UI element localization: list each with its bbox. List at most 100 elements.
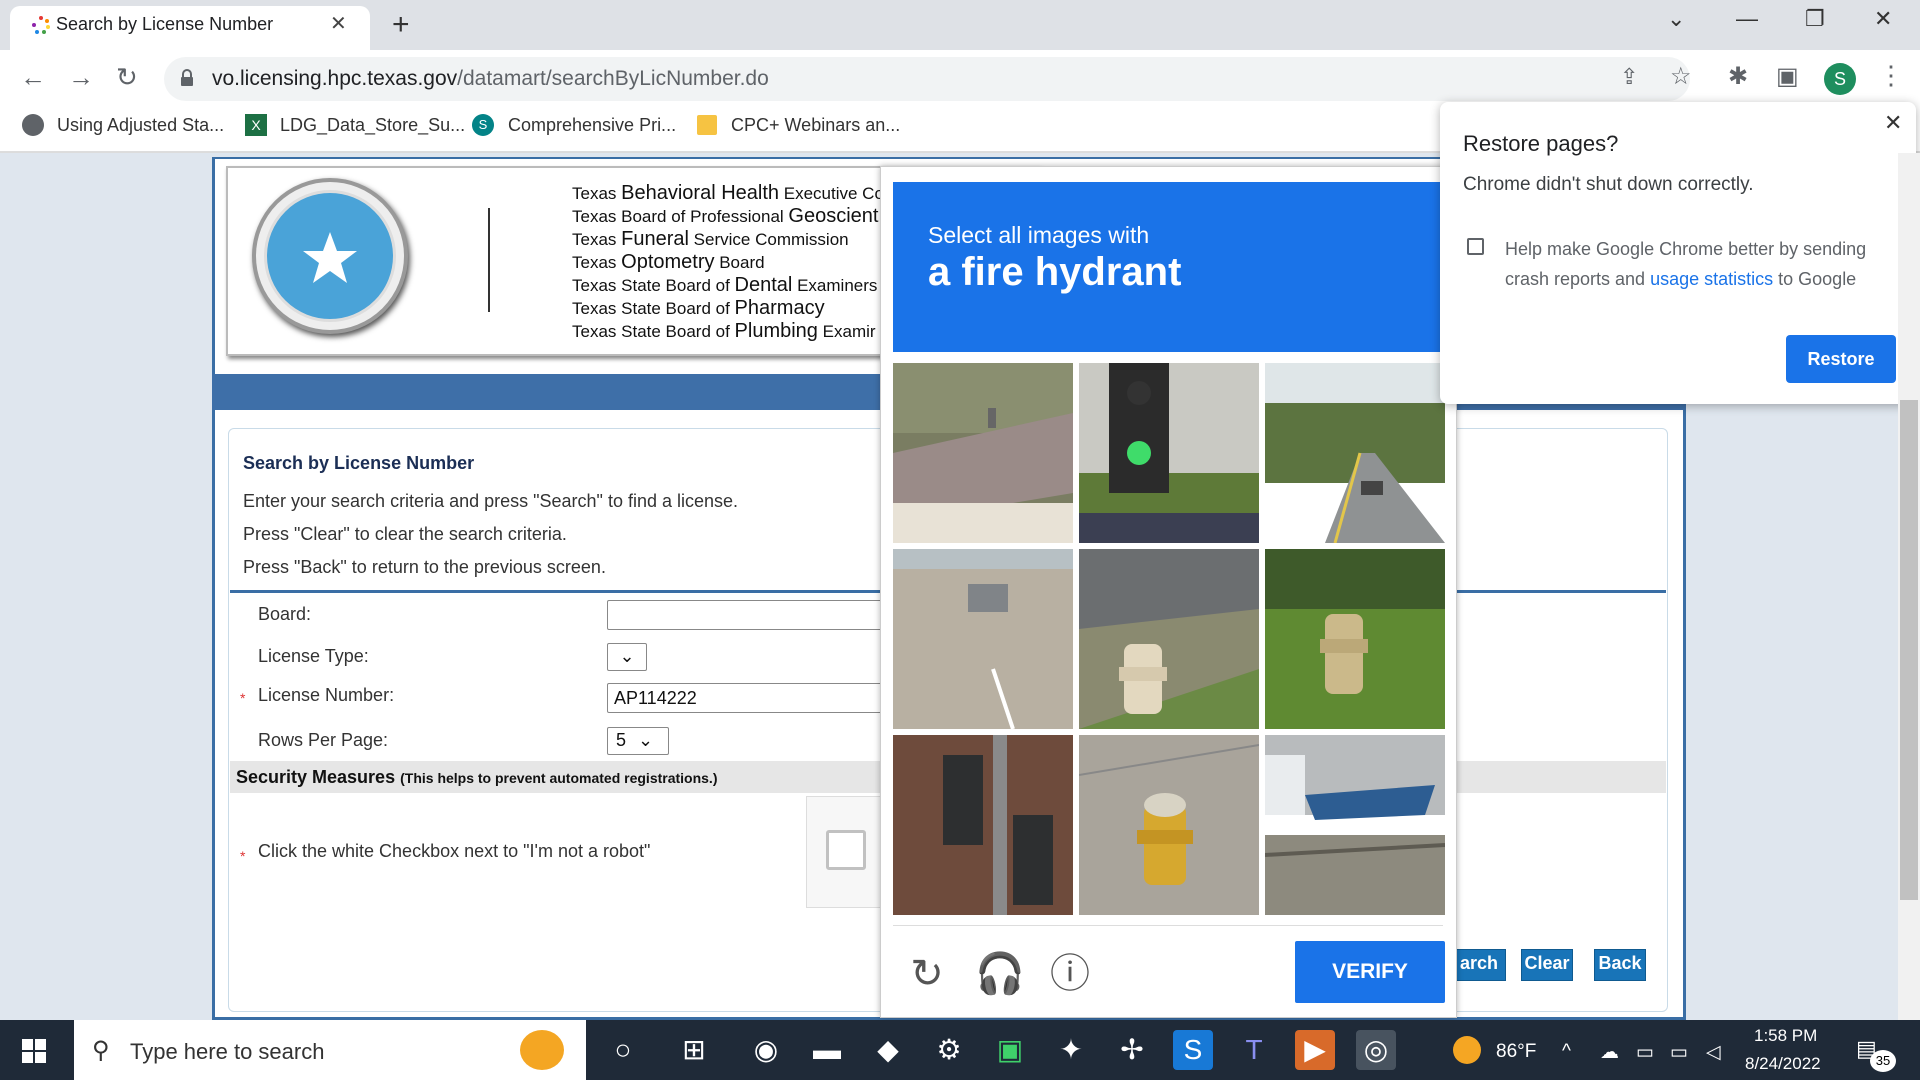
globe-icon xyxy=(22,114,44,136)
tab-close-icon[interactable]: ✕ xyxy=(330,11,347,36)
battery-icon[interactable]: ▭ xyxy=(1636,1041,1654,1064)
bookmark-star-icon[interactable]: ☆ xyxy=(1670,62,1692,91)
network-icon[interactable]: ▭ xyxy=(1670,1041,1688,1064)
new-tab-icon[interactable]: + xyxy=(392,8,410,42)
tab-search-icon[interactable]: ⌄ xyxy=(1667,6,1685,32)
captcha-tile-4[interactable] xyxy=(893,549,1073,729)
license-type-label: License Type: xyxy=(258,646,369,666)
required-mark: * xyxy=(240,690,246,706)
captcha-instruction: Select all images with xyxy=(928,222,1150,248)
windows-start-icon[interactable] xyxy=(22,1039,46,1063)
search-icon: ⚲ xyxy=(92,1037,110,1064)
form-heading: Search by License Number xyxy=(243,453,475,473)
chevron-down-icon: ⌄ xyxy=(619,646,635,666)
rows-per-page-label: Rows Per Page: xyxy=(258,730,389,750)
crash-report-label: Help make Google Chrome better by sendin… xyxy=(1505,239,1867,289)
onedrive-icon[interactable]: ☁ xyxy=(1600,1041,1619,1064)
menu-icon[interactable]: ⋮ xyxy=(1878,60,1904,91)
side-panel-icon[interactable]: ▣ xyxy=(1776,62,1799,91)
folder-icon xyxy=(697,115,717,135)
dialog-title: Restore pages? xyxy=(1463,131,1619,156)
restore-window-icon[interactable]: ❐ xyxy=(1805,6,1825,32)
teams-icon[interactable]: T xyxy=(1234,1030,1274,1070)
bookmark-2[interactable]: LDG_Data_Store_Su... xyxy=(280,115,465,136)
agency-line-3: Texas Funeral Service Commission xyxy=(572,228,849,250)
excel-icon: X xyxy=(245,114,267,136)
verify-button[interactable]: VERIFY xyxy=(1295,941,1445,1003)
clock-date[interactable]: 8/24/2022 xyxy=(1745,1054,1821,1074)
loading-icon xyxy=(32,16,50,34)
crash-report-checkbox[interactable] xyxy=(1467,238,1484,255)
tray-chevron-icon[interactable]: ^ xyxy=(1562,1041,1571,1063)
chrome-icon[interactable]: ◎ xyxy=(1356,1030,1396,1070)
required-mark: * xyxy=(240,848,246,864)
media-player-icon[interactable]: ▶ xyxy=(1295,1030,1335,1070)
tab-title: Search by License Number xyxy=(56,14,274,34)
minimize-icon[interactable]: — xyxy=(1736,6,1758,32)
captcha-tile-3[interactable] xyxy=(1265,363,1445,543)
edge-icon[interactable]: ◉ xyxy=(746,1030,786,1070)
back-icon[interactable]: ← xyxy=(20,62,46,93)
restore-button[interactable]: Restore xyxy=(1786,335,1896,383)
app-icon[interactable]: ✦ xyxy=(1051,1030,1091,1070)
pycharm-icon[interactable]: ▣ xyxy=(990,1030,1030,1070)
agency-line-7: Texas State Board of Plumbing Examir xyxy=(572,320,876,342)
bookmark-3[interactable]: Comprehensive Pri... xyxy=(508,115,676,136)
forward-icon[interactable]: → xyxy=(68,62,94,93)
notepad-icon[interactable]: ◆ xyxy=(868,1030,908,1070)
header-divider xyxy=(488,208,490,312)
captcha-tile-2[interactable] xyxy=(1079,363,1259,543)
info-icon[interactable]: ⓘ xyxy=(1046,950,1094,998)
audio-challenge-icon[interactable]: 🎧 xyxy=(975,950,1025,998)
close-window-icon[interactable]: ✕ xyxy=(1874,6,1892,32)
weather-sun-icon[interactable] xyxy=(1453,1036,1481,1064)
board-label: Board: xyxy=(258,604,312,624)
settings-icon[interactable]: ⚙ xyxy=(929,1030,969,1070)
bookmark-1[interactable]: Using Adjusted Sta... xyxy=(57,115,224,136)
agency-line-1: Texas Behavioral Health Executive Co xyxy=(572,182,884,204)
extensions-icon[interactable]: ✱ xyxy=(1728,62,1748,91)
file-explorer-icon[interactable]: ▬ xyxy=(807,1030,847,1070)
captcha-tile-9[interactable] xyxy=(1265,735,1445,915)
security-title: Security Measures (This helps to prevent… xyxy=(236,767,718,787)
captcha-tile-5[interactable] xyxy=(1079,549,1259,729)
usage-statistics-link[interactable]: usage statistics xyxy=(1650,269,1773,289)
captcha-footer-divider xyxy=(893,925,1443,926)
share-icon[interactable]: ⇪ xyxy=(1620,64,1638,90)
rows-per-page-select[interactable]: 5 ⌄ xyxy=(607,727,669,755)
license-type-select[interactable]: ⌄ xyxy=(607,643,647,671)
profile-avatar[interactable]: S xyxy=(1824,63,1856,95)
task-view-icon[interactable]: ⊞ xyxy=(674,1030,714,1070)
bookmark-4[interactable]: CPC+ Webinars an... xyxy=(731,115,900,136)
captcha-tile-6[interactable] xyxy=(1265,549,1445,729)
app-s-icon[interactable]: S xyxy=(1173,1030,1213,1070)
back-button[interactable]: Back xyxy=(1594,949,1646,981)
reload-challenge-icon[interactable]: ↻ xyxy=(903,950,951,998)
close-dialog-icon[interactable]: ✕ xyxy=(1884,110,1902,136)
license-number-input[interactable]: AP114222 xyxy=(607,683,887,713)
taskbar-search-placeholder[interactable]: Type here to search xyxy=(130,1039,324,1065)
agency-line-6: Texas State Board of Pharmacy xyxy=(572,297,825,319)
volume-icon[interactable]: ◁ xyxy=(1706,1041,1721,1064)
notification-badge: 35 xyxy=(1870,1050,1896,1072)
dialog-subtitle: Chrome didn't shut down correctly. xyxy=(1463,174,1754,195)
chevron-down-icon: ⌄ xyxy=(638,730,654,750)
robot-instruction: Click the white Checkbox next to "I'm no… xyxy=(258,841,651,861)
slack-icon[interactable]: ✢ xyxy=(1112,1030,1152,1070)
scrollbar-thumb[interactable] xyxy=(1900,400,1918,900)
not-a-robot-checkbox[interactable] xyxy=(826,830,866,870)
cortana-icon[interactable]: ○ xyxy=(603,1030,643,1070)
lock-icon[interactable] xyxy=(180,69,194,87)
url-text[interactable]: vo.licensing.hpc.texas.gov/datamart/sear… xyxy=(212,67,769,91)
clock-time[interactable]: 1:58 PM xyxy=(1754,1026,1817,1046)
temperature[interactable]: 86°F xyxy=(1496,1041,1536,1063)
instruction-3: Press "Back" to return to the previous s… xyxy=(243,557,606,577)
instruction-1: Enter your search criteria and press "Se… xyxy=(243,491,739,511)
reload-icon[interactable]: ↻ xyxy=(116,62,138,93)
clear-button[interactable]: Clear xyxy=(1521,949,1573,981)
captcha-tile-7[interactable] xyxy=(893,735,1073,915)
captcha-tile-8[interactable] xyxy=(1079,735,1259,915)
captcha-tile-1[interactable] xyxy=(893,363,1073,543)
board-select[interactable] xyxy=(607,600,887,630)
search-button[interactable]: arch xyxy=(1452,949,1506,981)
